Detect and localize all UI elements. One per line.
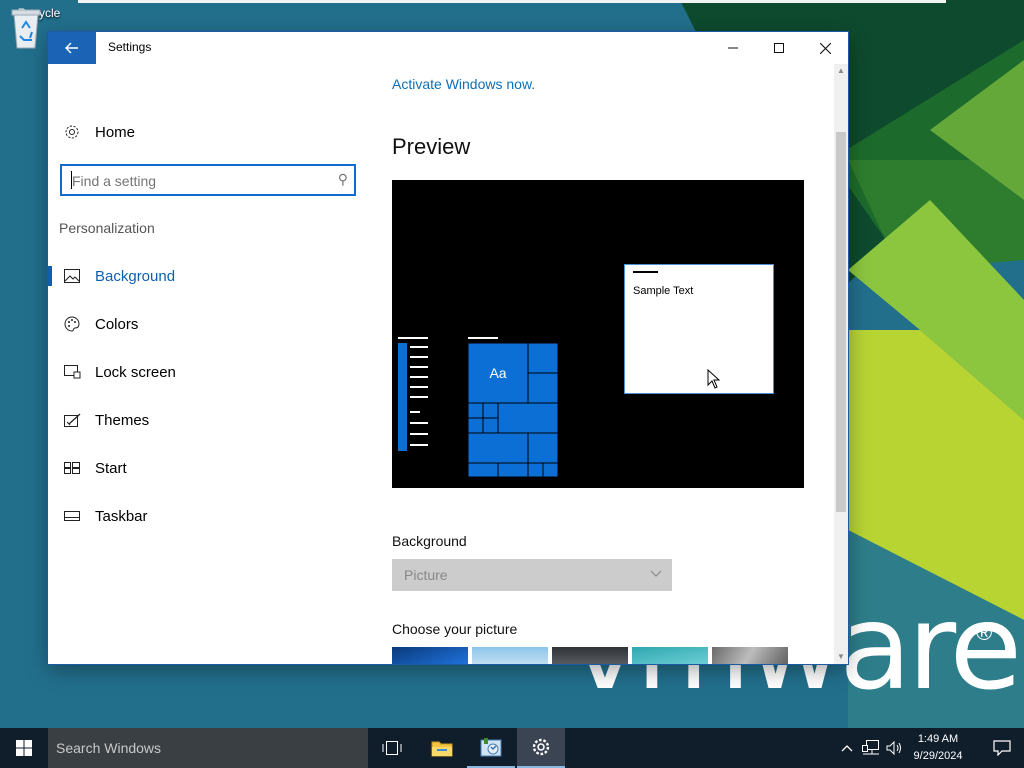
back-button[interactable]	[48, 32, 96, 64]
file-explorer-button[interactable]	[418, 728, 466, 768]
folder-icon	[431, 741, 453, 757]
picture-thumbnail[interactable]	[712, 647, 788, 664]
sidebar-item-label: Themes	[95, 411, 150, 429]
maximize-button[interactable]	[756, 32, 802, 64]
chevron-down-icon	[650, 567, 662, 581]
top-strip	[78, 0, 946, 3]
settings-sidebar: Home ⚲ Personalization Background Colors	[48, 64, 368, 664]
clock-date: 9/29/2024	[913, 750, 963, 762]
window-title: Settings	[108, 40, 152, 54]
network-button[interactable]	[860, 728, 882, 768]
sidebar-item-label: Start	[95, 459, 127, 477]
sidebar-item-lock-screen[interactable]: Lock screen	[48, 352, 368, 392]
scroll-thumb[interactable]	[836, 132, 846, 512]
taskbar-search-text: Search Windows	[56, 740, 162, 756]
activate-windows-link[interactable]: Activate Windows now.	[392, 76, 535, 92]
preview-tile-label: Aa	[489, 365, 506, 381]
themes-icon	[62, 410, 82, 430]
picture-thumbnail[interactable]	[392, 647, 468, 664]
vertical-scrollbar[interactable]: ▲ ▼	[834, 64, 848, 664]
choose-picture-label: Choose your picture	[392, 621, 518, 637]
sidebar-item-colors[interactable]: Colors	[48, 304, 368, 344]
sample-text: Sample Text	[633, 285, 694, 297]
sidebar-item-label: Colors	[95, 315, 139, 333]
volume-button[interactable]	[884, 728, 906, 768]
nav-home-label: Home	[95, 123, 136, 141]
speaker-icon	[886, 741, 901, 755]
network-icon	[862, 740, 879, 755]
content-pane: Activate Windows now. Preview Aa Sample …	[392, 64, 832, 664]
active-indicator	[48, 266, 52, 286]
sample-window-preview: Sample Text	[624, 264, 774, 394]
background-dropdown[interactable]: Picture	[392, 559, 672, 591]
chevron-up-icon	[841, 745, 853, 752]
task-view-button[interactable]	[368, 728, 416, 768]
title-bar[interactable]: Settings	[48, 32, 848, 64]
minimize-button[interactable]	[710, 32, 756, 64]
sidebar-item-themes[interactable]: Themes	[48, 400, 368, 440]
background-label: Background	[392, 533, 467, 549]
picture-thumbnail[interactable]	[472, 647, 548, 664]
sample-window-bar	[633, 271, 658, 273]
nav-home[interactable]: Home	[48, 120, 368, 144]
gear-icon	[62, 122, 82, 142]
desktop-preview: Aa Sample Text	[392, 180, 804, 488]
picture-thumbnail[interactable]	[552, 647, 628, 664]
control-panel-icon	[480, 738, 502, 757]
gear-icon	[532, 738, 550, 756]
sidebar-item-label: Background	[95, 267, 176, 285]
arrow-left-icon	[65, 42, 78, 54]
taskbar-icon	[62, 506, 82, 526]
action-center-button[interactable]	[980, 728, 1024, 768]
clock-time: 1:49 AM	[917, 733, 959, 745]
sidebar-item-label: Lock screen	[95, 363, 176, 381]
sidebar-item-label: Taskbar	[95, 507, 148, 525]
close-icon	[819, 42, 831, 54]
start-button[interactable]	[0, 728, 48, 768]
maximize-icon	[774, 43, 784, 53]
sidebar-item-start[interactable]: Start	[48, 448, 368, 488]
picture-icon	[62, 266, 82, 286]
sidebar-item-taskbar[interactable]: Taskbar	[48, 496, 368, 536]
notifications-icon	[993, 740, 1011, 756]
system-clock[interactable]: 1:49 AM 9/29/2024	[904, 731, 972, 765]
mouse-pointer-icon	[707, 369, 721, 389]
search-input[interactable]	[70, 170, 324, 192]
task-view-icon	[382, 741, 402, 755]
picture-thumbnail[interactable]	[632, 647, 708, 664]
taskbar-search-box[interactable]: Search Windows	[48, 728, 368, 768]
control-panel-button[interactable]	[467, 728, 515, 768]
sidebar-item-background[interactable]: Background	[48, 256, 368, 296]
settings-window: Settings Home ⚲ Personalization	[48, 32, 848, 664]
taskbar: Search Windows 1:49 AM 9/29/2024	[0, 728, 1024, 768]
minimize-icon	[728, 47, 738, 49]
background-dropdown-value: Picture	[404, 567, 448, 583]
windows-logo-icon	[16, 740, 32, 756]
section-title: Personalization	[59, 220, 155, 236]
search-icon[interactable]: ⚲	[338, 171, 348, 188]
recycle-bin-shortcut[interactable]: Recycle	[8, 6, 70, 49]
settings-taskbar-button[interactable]	[517, 728, 565, 768]
scroll-down-arrow[interactable]: ▼	[837, 652, 845, 661]
lock-screen-icon	[62, 362, 82, 382]
scroll-up-arrow[interactable]: ▲	[837, 66, 845, 75]
start-tiles-icon	[62, 458, 82, 478]
find-setting-search[interactable]: ⚲	[60, 164, 356, 196]
registered-mark: ®	[976, 620, 993, 645]
close-button[interactable]	[802, 32, 848, 64]
preview-heading: Preview	[392, 134, 471, 159]
palette-icon	[62, 314, 82, 334]
recycle-bin-icon	[11, 9, 41, 49]
show-hidden-icons-button[interactable]	[838, 728, 856, 768]
